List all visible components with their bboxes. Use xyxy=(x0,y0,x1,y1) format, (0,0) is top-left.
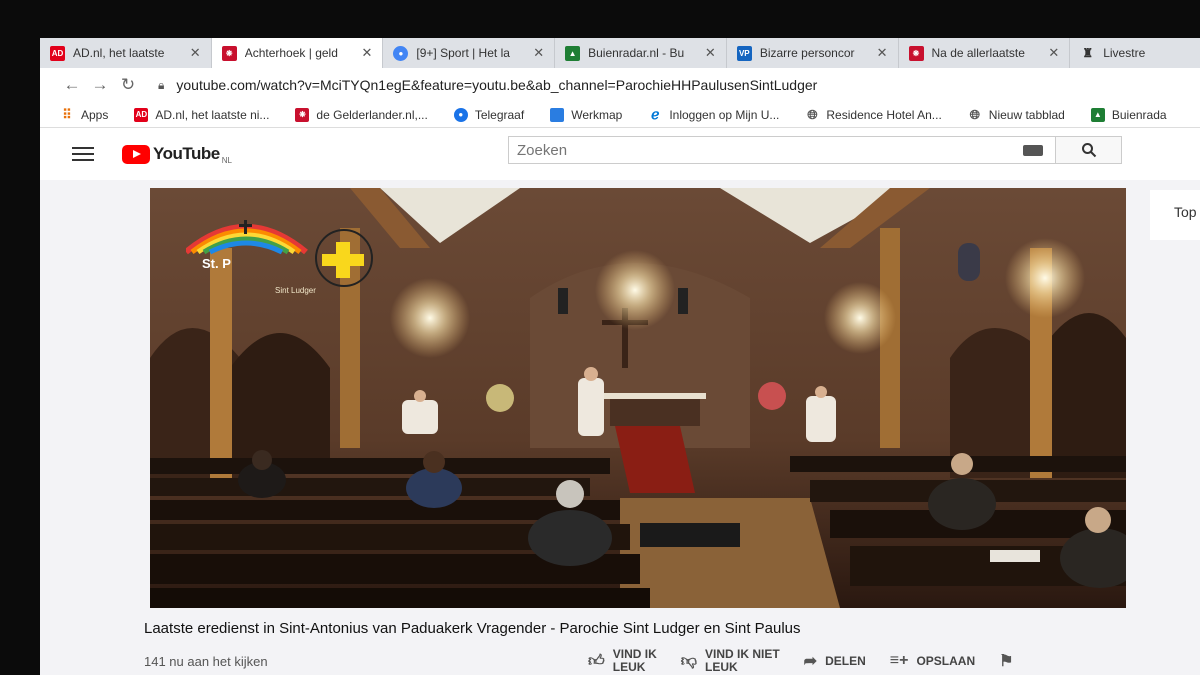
share-label: DELEN xyxy=(825,654,866,668)
youtube-wordmark: YouTube xyxy=(153,144,220,163)
youtube-logo[interactable]: YouTube NL xyxy=(122,144,232,165)
playlist-add-icon: ≡+ xyxy=(889,652,909,669)
browser-tab[interactable]: ▲ Buienradar.nl - Bu ✕ xyxy=(555,38,727,68)
tab-strip: AD AD.nl, het laatste ✕ ❋ Achterhoek | g… xyxy=(40,38,1200,68)
browser-toolbar: ← → ↻ 🔒︎ youtube.com/watch?v=MciTYQn1egE… xyxy=(40,68,1200,102)
browser-tab[interactable]: VP Bizarre personcor ✕ xyxy=(727,38,899,68)
lock-icon: 🔒︎ xyxy=(158,77,165,92)
close-icon[interactable]: ✕ xyxy=(705,45,716,61)
gelderlander-icon: ❋ xyxy=(295,107,310,122)
share-icon: ➦ xyxy=(803,653,818,670)
bookmark-ad[interactable]: AD AD.nl, het laatste ni... xyxy=(134,107,270,122)
close-icon[interactable]: ✕ xyxy=(877,45,888,61)
reload-icon[interactable]: ↻ xyxy=(114,75,142,95)
tab-title: AD.nl, het laatste xyxy=(73,46,165,60)
sidebar-top-tab[interactable]: Top xyxy=(1150,190,1200,240)
tab-title: [9+] Sport | Het la xyxy=(416,46,510,60)
bookmark-werkmap[interactable]: Werkmap xyxy=(550,107,623,122)
thumbs-down-icon: 👎︎ xyxy=(680,652,697,670)
search-input[interactable] xyxy=(509,137,1023,163)
bookmark-residence[interactable]: 🌐︎ Residence Hotel An... xyxy=(805,106,942,122)
bookmark-apps[interactable]: ⠿ Apps xyxy=(60,106,109,122)
address-url: youtube.com/watch?v=MciTYQn1egE&feature=… xyxy=(176,77,818,93)
buienradar-icon: ▲ xyxy=(565,45,581,61)
bookmark-label: AD.nl, het laatste ni... xyxy=(155,107,270,122)
flag-icon: ⚑ xyxy=(999,653,1014,670)
video-player[interactable]: St. P Sint Ludger xyxy=(150,188,1126,608)
bookmark-label: Apps xyxy=(81,107,109,122)
save-label: OPSLAAN xyxy=(916,654,976,668)
channel-logo-text: St. P xyxy=(202,256,231,271)
search-box xyxy=(508,136,1122,164)
ad-logo-icon: AD xyxy=(50,45,65,61)
browser-tab[interactable]: AD AD.nl, het laatste ✕ xyxy=(40,38,212,68)
werkmap-icon xyxy=(550,107,565,122)
bookmark-mijn[interactable]: ℯ Inloggen op Mijn U... xyxy=(648,106,780,122)
edge-icon: ℯ xyxy=(651,106,660,122)
search-icon xyxy=(1081,143,1096,158)
address-bar[interactable]: 🔒︎ youtube.com/watch?v=MciTYQn1egE&featu… xyxy=(158,77,817,93)
bookmarks-bar: ⠿ Apps AD AD.nl, het laatste ni... ❋ de … xyxy=(40,102,1200,128)
tab-title: Bizarre personcor xyxy=(759,46,855,60)
bookmark-label: Inloggen op Mijn U... xyxy=(669,107,780,122)
share-button[interactable]: ➦ DELEN xyxy=(804,651,866,671)
like-label: VIND IK LEUK xyxy=(612,647,657,674)
search-button[interactable] xyxy=(1055,137,1121,163)
browser-window: AD AD.nl, het laatste ✕ ❋ Achterhoek | g… xyxy=(40,38,1200,675)
region-code: NL xyxy=(221,155,232,165)
tab-title: Buienradar.nl - Bu xyxy=(588,46,685,60)
thumbs-up-icon: 👍︎ xyxy=(588,652,605,670)
report-button[interactable]: ⚑ xyxy=(999,651,1021,671)
buienradar-icon: ▲ xyxy=(1090,107,1105,122)
close-icon[interactable]: ✕ xyxy=(1048,45,1059,61)
channel-logo-subtext: Sint Ludger xyxy=(275,286,316,295)
youtube-play-icon xyxy=(122,144,150,164)
bookmark-nieuw[interactable]: 🌐︎ Nieuw tabblad xyxy=(968,106,1065,122)
bookmark-telegraaf[interactable]: ● Telegraaf xyxy=(453,107,525,122)
bookmark-gelderlander[interactable]: ❋ de Gelderlander.nl,... xyxy=(295,107,428,122)
video-actions: 👍︎ VIND IK LEUK 👎︎ VIND IK NIET LEUK ➦ DEL… xyxy=(588,648,1045,674)
youtube-header: YouTube NL xyxy=(40,128,1200,180)
bookmark-label: Nieuw tabblad xyxy=(988,107,1065,122)
tab-title: Achterhoek | geld xyxy=(244,46,338,60)
save-button[interactable]: ≡+ OPSLAAN xyxy=(890,652,975,670)
bookmark-label: Telegraaf xyxy=(474,107,525,122)
close-icon[interactable]: ✕ xyxy=(533,45,544,61)
globe-icon: 🌐︎ xyxy=(969,106,980,122)
like-button[interactable]: 👍︎ VIND IK LEUK xyxy=(588,648,657,674)
video-title: Laatste eredienst in Sint-Antonius van P… xyxy=(144,620,801,637)
menu-icon[interactable] xyxy=(72,143,94,165)
browser-tab[interactable]: ♜ Livestre xyxy=(1070,38,1200,68)
close-icon[interactable]: ✕ xyxy=(362,45,373,61)
globe-icon: 🌐︎ xyxy=(807,106,818,122)
live-viewer-count: 141 nu aan het kijken xyxy=(144,654,268,669)
back-arrow-icon[interactable]: ← xyxy=(58,75,86,95)
browser-tab[interactable]: ❋ Na de allerlaatste ✕ xyxy=(899,38,1071,68)
ad-logo-icon: AD xyxy=(134,107,149,122)
bookmark-label: Buienrada xyxy=(1111,107,1167,122)
bookmark-label: Residence Hotel An... xyxy=(826,107,942,122)
dislike-button[interactable]: 👎︎ VIND IK NIET LEUK xyxy=(681,648,780,674)
candle-icon: ♜ xyxy=(1082,46,1094,60)
gelderlander-icon: ❋ xyxy=(221,45,237,61)
browser-tab-active[interactable]: ❋ Achterhoek | geld ✕ xyxy=(211,38,384,68)
bookmark-buienradar[interactable]: ▲ Buienrada xyxy=(1090,107,1167,122)
vp-icon: VP xyxy=(736,45,752,61)
tab-title: Na de allerlaatste xyxy=(931,46,1025,60)
chrome-icon: ● xyxy=(393,45,409,61)
forward-arrow-icon[interactable]: → xyxy=(86,75,114,95)
telegraaf-icon: ● xyxy=(453,107,468,122)
keyboard-icon[interactable] xyxy=(1023,144,1043,156)
close-icon[interactable]: ✕ xyxy=(190,45,201,61)
gelderlander-icon: ❋ xyxy=(908,45,924,61)
browser-tab[interactable]: ● [9+] Sport | Het la ✕ xyxy=(383,38,556,68)
bookmark-label: de Gelderlander.nl,... xyxy=(316,107,428,122)
apps-grid-icon: ⠿ xyxy=(62,106,72,122)
dislike-label: VIND IK NIET LEUK xyxy=(705,647,780,674)
bookmark-label: Werkmap xyxy=(571,107,623,122)
tab-title: Livestre xyxy=(1103,46,1146,60)
